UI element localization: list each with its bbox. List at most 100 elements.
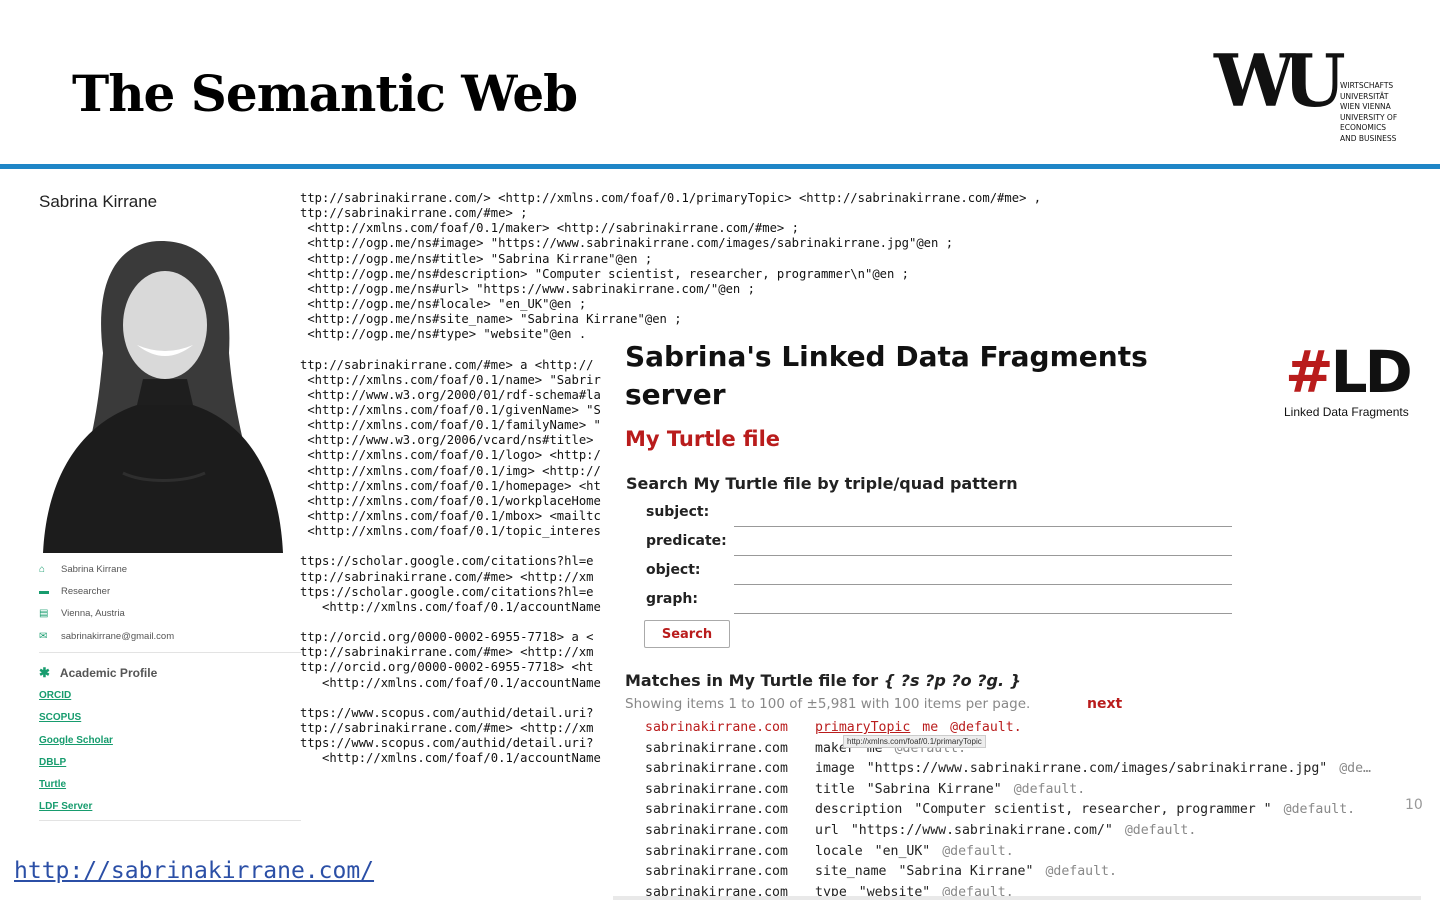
triple-object[interactable]: "https://www.sabrinakirrane.com/" xyxy=(851,823,1113,838)
predicate-input[interactable] xyxy=(734,531,1232,556)
wu-logo-text: WIRTSCHAFTS UNIVERSITÄT WIEN VIENNA UNIV… xyxy=(1340,81,1398,143)
ldf-server-title: Sabrina's Linked Data Fragments server xyxy=(625,340,1148,411)
triple-graph[interactable]: @default. xyxy=(1284,802,1355,817)
turtle-line: ttp://orcid.org/0000-0002-6955-7718> <ht xyxy=(300,660,594,675)
turtle-line: <http://xmlns.com/foaf/0.1/img> <http:// xyxy=(300,463,601,478)
triple-list: sabrinakirrane.com primaryTopic me @default… xyxy=(645,718,1435,900)
turtle-line: <http://xmlns.com/foaf/0.1/homepage> <ht xyxy=(300,478,601,493)
dataset-title[interactable]: My Turtle file xyxy=(625,427,780,451)
triple-row: sabrinakirrane.com locale "en_UK" @default. xyxy=(645,842,1420,863)
site-url-link[interactable]: http://sabrinakirrane.com/ xyxy=(14,858,374,884)
triple-predicate[interactable]: locale xyxy=(815,844,863,859)
triple-predicate[interactable]: image xyxy=(815,761,855,776)
profile-info-item: ▬ Researcher xyxy=(39,580,174,602)
academic-link-item: Google Scholar xyxy=(39,735,113,757)
subject-input[interactable] xyxy=(734,502,1232,527)
profile-name: Sabrina Kirrane xyxy=(39,192,158,211)
triple-predicate[interactable]: primaryTopic xyxy=(815,720,910,735)
profile-divider xyxy=(39,652,301,653)
briefcase-icon: ▬ xyxy=(39,585,49,597)
turtle-line: ttp://sabrinakirrane.com/#me> a <http:// xyxy=(300,357,594,372)
turtle-line xyxy=(300,691,616,706)
triple-object[interactable]: "https://www.sabrinakirrane.com/images/s… xyxy=(867,761,1328,776)
ldf-logo-caption: Linked Data Fragments xyxy=(1284,405,1409,419)
object-label: object: xyxy=(646,562,701,578)
turtle-line: <http://xmlns.com/foaf/0.1/accountName xyxy=(300,751,601,766)
triple-subject[interactable]: sabrinakirrane.com xyxy=(645,759,815,780)
triple-predicate[interactable]: url xyxy=(815,823,839,838)
turtle-line: <http://xmlns.com/foaf/0.1/accountName xyxy=(300,675,601,690)
turtle-line xyxy=(300,539,616,554)
triple-object[interactable]: "en_UK" xyxy=(875,844,931,859)
slide-title: The Semantic Web xyxy=(72,64,578,123)
page-number: 10 xyxy=(1405,797,1423,813)
header-divider xyxy=(0,164,1440,169)
triple-graph[interactable]: @default. xyxy=(1014,782,1085,797)
triple-subject[interactable]: sabrinakirrane.com xyxy=(645,862,815,883)
turtle-line: <http://xmlns.com/foaf/0.1/workplaceHome xyxy=(300,493,601,508)
turtle-line: ttp://sabrinakirrane.com/#me> <http://xm xyxy=(300,569,594,584)
turtle-line xyxy=(300,343,616,358)
graph-label: graph: xyxy=(646,591,698,607)
triple-object[interactable]: "Sabrina Kirrane" xyxy=(898,864,1033,879)
triple-graph[interactable]: @default. xyxy=(1125,823,1196,838)
triple-row: sabrinakirrane.com site_name "Sabrina Kirr… xyxy=(645,862,1420,883)
id-card-icon: ▤ xyxy=(39,608,49,620)
academic-link-item: ORCID xyxy=(39,690,113,712)
triple-subject[interactable]: sabrinakirrane.com xyxy=(645,718,815,739)
search-button[interactable]: Search xyxy=(644,620,730,648)
academic-link[interactable]: SCOPUS xyxy=(39,712,81,723)
triple-object[interactable]: me xyxy=(922,720,938,735)
triple-graph[interactable]: @default. xyxy=(942,844,1013,859)
turtle-line: <http://xmlns.com/foaf/0.1/mbox> <mailtc xyxy=(300,509,601,524)
wu-logo: WU WIRTSCHAFTS UNIVERSITÄT WIEN VIENNA U… xyxy=(1214,38,1404,144)
envelope-icon: ✉ xyxy=(39,630,48,642)
triple-subject[interactable]: sabrinakirrane.com xyxy=(645,821,815,842)
wu-logo-mark: WU xyxy=(1214,38,1346,123)
turtle-line: <http://xmlns.com/foaf/0.1/topic_interes xyxy=(300,524,601,539)
triple-graph[interactable]: @de… xyxy=(1339,761,1371,776)
profile-info-list: ⌂ Sabrina Kirrane ▬ Researcher ▤ Vienna, Aust… xyxy=(39,558,174,647)
triple-row: sabrinakirrane.com image "https://www.sabr… xyxy=(645,759,1420,780)
academic-link[interactable]: Turtle xyxy=(39,779,66,790)
academic-link[interactable]: Google Scholar xyxy=(39,735,113,746)
academic-link-item: Turtle xyxy=(39,779,113,801)
triple-subject[interactable]: sabrinakirrane.com xyxy=(645,739,815,760)
home-icon: ⌂ xyxy=(39,563,46,575)
turtle-line: ttp://sabrinakirrane.com/#me> <http://xm xyxy=(300,721,594,736)
turtle-line: ttps://www.scopus.com/authid/detail.uri? xyxy=(300,705,594,720)
turtle-line: ttp://sabrinakirrane.com/#me> <http://xm xyxy=(300,645,594,660)
academic-profile-heading: ✱ Academic Profile xyxy=(39,665,158,680)
triple-row: sabrinakirrane.com primaryTopic me @default… xyxy=(645,718,1420,739)
next-page-link[interactable]: next xyxy=(1087,696,1122,712)
triple-object[interactable]: "Sabrina Kirrane" xyxy=(867,782,1002,797)
graph-input[interactable] xyxy=(734,589,1232,614)
triple-object[interactable]: "Computer scientist, researcher, program… xyxy=(914,802,1271,817)
academic-link[interactable]: LDF Server xyxy=(39,801,92,812)
academic-link[interactable]: DBLP xyxy=(39,757,66,768)
triple-predicate[interactable]: description xyxy=(815,802,902,817)
turtle-line: ttps://www.scopus.com/authid/detail.uri? xyxy=(300,736,594,751)
triple-graph[interactable]: @default. xyxy=(1045,864,1116,879)
turtle-line: <http://xmlns.com/foaf/0.1/accountName xyxy=(300,599,601,614)
ldf-logo-letters: LD xyxy=(1330,338,1413,406)
object-input[interactable] xyxy=(734,560,1232,585)
triple-predicate[interactable]: site_name xyxy=(815,864,886,879)
profile-info-text: Researcher xyxy=(61,585,111,597)
search-heading: Search My Turtle file by triple/quad pat… xyxy=(626,474,1018,493)
triple-subject[interactable]: sabrinakirrane.com xyxy=(645,842,815,863)
profile-divider-bottom xyxy=(39,820,301,821)
academic-link[interactable]: ORCID xyxy=(39,690,71,701)
profile-info-text: Sabrina Kirrane xyxy=(61,563,128,575)
triple-subject[interactable]: sabrinakirrane.com xyxy=(645,800,815,821)
triple-row: sabrinakirrane.com url "https://www.sabrin… xyxy=(645,821,1420,842)
turtle-source: ttp://sabrinakirrane.com/#me> a <http://… xyxy=(300,191,616,771)
turtle-line: <http://www.w3.org/2006/vcard/ns#title> xyxy=(300,433,594,448)
turtle-line: <http://xmlns.com/foaf/0.1/familyName> " xyxy=(300,418,601,433)
academic-link-item: SCOPUS xyxy=(39,712,113,734)
triple-predicate[interactable]: title xyxy=(815,782,855,797)
triple-subject[interactable]: sabrinakirrane.com xyxy=(645,780,815,801)
triple-graph[interactable]: @default. xyxy=(950,720,1021,735)
turtle-line: <http://www.w3.org/2000/01/rdf-schema#la xyxy=(300,387,601,402)
asterisk-icon: ✱ xyxy=(39,665,50,680)
